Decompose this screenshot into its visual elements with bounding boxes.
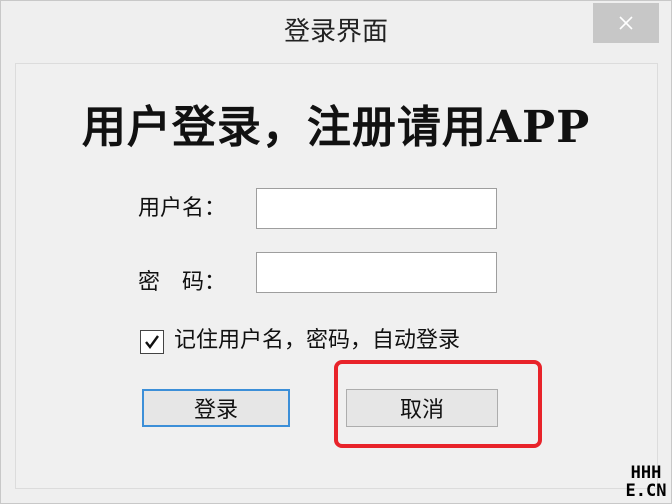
close-button[interactable] bbox=[593, 3, 659, 43]
watermark-line-2: E.CN bbox=[625, 481, 667, 501]
close-icon bbox=[619, 16, 633, 30]
title-bar: 登录界面 bbox=[1, 1, 671, 61]
login-button[interactable]: 登录 bbox=[142, 389, 290, 427]
cancel-highlight-annotation bbox=[334, 360, 542, 448]
watermark-line-1: HHH bbox=[630, 463, 662, 483]
page-heading: 用户登录，注册请用APP bbox=[81, 102, 591, 153]
watermark: HHH E.CN bbox=[620, 464, 672, 500]
password-input[interactable] bbox=[256, 252, 497, 293]
remember-checkbox[interactable] bbox=[140, 330, 164, 354]
window-title: 登录界面 bbox=[283, 17, 388, 47]
remember-label[interactable]: 记住用户名，密码，自动登录 bbox=[174, 326, 460, 356]
username-label: 用户名： bbox=[138, 196, 227, 221]
password-label: 密 码： bbox=[138, 270, 227, 295]
username-input[interactable] bbox=[256, 188, 497, 229]
checkmark-icon bbox=[145, 335, 159, 349]
